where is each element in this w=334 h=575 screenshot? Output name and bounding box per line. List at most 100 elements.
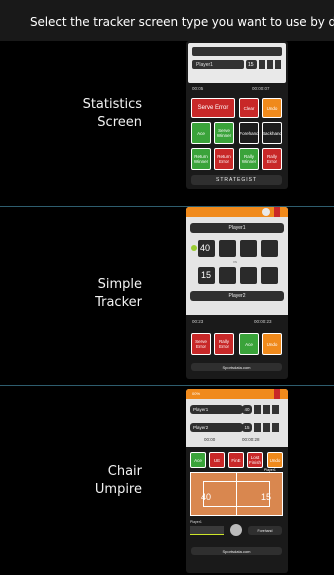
player-top-bar <box>192 47 282 56</box>
rally-error-button: Rally Error <box>262 148 282 170</box>
undo-button: Undo <box>267 452 283 468</box>
backhand-button: Backhand <box>262 122 282 144</box>
clear-label: Clear <box>243 105 255 111</box>
timer-right: 00:00:07 <box>252 86 270 91</box>
timer-left: 00:05 <box>192 86 204 91</box>
set-box <box>263 405 270 414</box>
game-box <box>259 60 265 69</box>
option-label: Chair Umpire <box>12 463 142 499</box>
dialog-title: Select the tracker screen type you want … <box>0 0 334 41</box>
player1-score: 40 <box>200 243 211 253</box>
option-label: Statistics Screen <box>12 96 142 132</box>
score-box: 15 <box>242 423 252 432</box>
timer-right: 00:00:28 <box>242 437 260 442</box>
player2-name: Player2 <box>228 293 246 299</box>
return-error-button: Return Error <box>214 148 234 170</box>
score-panel: Player1 40 vs 15 Player2 <box>186 207 288 315</box>
score-box: 15 <box>246 60 257 69</box>
option-label-line1: Simple <box>97 277 142 292</box>
set-box <box>263 423 270 432</box>
top-label: 00% <box>192 391 201 396</box>
set-box <box>219 267 236 284</box>
player1-bar: Player1 <box>190 405 243 414</box>
vs-label: vs <box>233 259 237 264</box>
tennis-court: 40 15 <box>190 472 283 516</box>
player-tag: Player1 <box>264 468 276 472</box>
player-name: Player1 <box>196 62 213 68</box>
simple-tracker-preview: Player1 40 vs 15 Player2 00:23 00:00:23 … <box>186 207 288 379</box>
set-box <box>240 267 257 284</box>
statistics-screen-preview: Player1 15 00:05 00:00:07 Serve Error Cl… <box>186 41 288 189</box>
clear-button: Clear <box>239 98 259 118</box>
brand-logo: STRATEGIST <box>215 177 258 183</box>
score-panel: Player1 15 <box>188 43 286 83</box>
option-label-line1: Statistics <box>82 97 142 112</box>
undo-label: Undo <box>266 105 278 111</box>
option-label-line2: Tracker <box>95 295 142 310</box>
flag-icon <box>274 207 280 217</box>
game-box <box>267 60 273 69</box>
rally-winner-button: Rally Winner <box>239 148 259 170</box>
set-box <box>219 240 236 257</box>
return-winner-button: Return Winner <box>191 148 211 170</box>
ace-button: Ace <box>191 122 211 144</box>
footer-bar: Sportsdata.com <box>191 547 282 555</box>
serve-error-button: Serve Error <box>191 333 211 355</box>
player2-name: Player2 <box>193 425 209 430</box>
undo-button: Undo <box>262 333 282 355</box>
option-chair-umpire[interactable]: Chair Umpire 00% Player1 40 Player2 15 0… <box>0 386 334 575</box>
ace-button: Ace <box>239 333 259 355</box>
flag-icon <box>274 389 280 399</box>
settings-icon <box>262 208 270 216</box>
top-orange-bar <box>186 207 288 217</box>
player1-name: Player1 <box>228 225 246 231</box>
option-statistics-screen[interactable]: Statistics Screen Player1 15 00:05 00:00… <box>0 41 334 206</box>
score-box: 40 <box>242 405 252 414</box>
set-box <box>272 423 279 432</box>
player-name-box: Player1 <box>192 60 244 69</box>
timer-right: 00:00:23 <box>254 319 272 324</box>
set-box <box>272 405 279 414</box>
court-service-box <box>203 481 270 507</box>
player2-bar: Player2 <box>190 423 243 432</box>
player2-score: 15 <box>244 425 250 430</box>
top-orange-bar: 00% <box>186 389 288 399</box>
score-box: 40 <box>198 240 215 257</box>
game-box <box>275 60 281 69</box>
rally-error-button: Rally Error <box>214 333 234 355</box>
chair-umpire-preview: 00% Player1 40 Player2 15 00:00 00:00:28 <box>186 389 288 573</box>
serve-error-button: Serve Error <box>191 98 235 118</box>
timer-left: 00:23 <box>192 319 204 324</box>
option-simple-tracker[interactable]: Simple Tracker Player1 40 vs 15 Player2 … <box>0 207 334 385</box>
set-box <box>261 240 278 257</box>
player1-name: Player1 <box>193 407 209 412</box>
lost-finish-button: Lost Finish <box>247 452 263 468</box>
set-box <box>254 405 261 414</box>
set-box <box>254 423 261 432</box>
serve-winner-button: Serve Winner <box>214 122 234 144</box>
fine-button: FinE <box>228 452 244 468</box>
set-box <box>261 267 278 284</box>
option-label-line2: Screen <box>97 115 142 130</box>
footer-logo: Sportsdata.com <box>222 364 251 370</box>
player1-bar: Player1 <box>190 223 284 233</box>
bottom-right-selector: Forehand <box>248 526 282 535</box>
timer-left: 00:00 <box>204 437 216 442</box>
player1-score: 40 <box>244 407 250 412</box>
brand-bar: STRATEGIST <box>191 175 282 185</box>
player2-score: 15 <box>201 270 212 280</box>
ball-control-icon <box>230 524 242 536</box>
footer-logo: Sportsdata.com <box>222 548 251 554</box>
undo-button: Undo <box>262 98 282 118</box>
score-box: 15 <box>198 267 215 284</box>
set-box <box>240 240 257 257</box>
score-panel: 00% Player1 40 Player2 15 00:00 00:00:28 <box>186 389 288 447</box>
ue-button: UE <box>209 452 225 468</box>
court-score-left: 40 <box>201 492 212 502</box>
bottom-left-selector <box>190 526 224 535</box>
ace-button: Ace <box>190 452 206 468</box>
player2-bar: Player2 <box>190 291 284 301</box>
option-label-line1: Chair <box>107 464 142 479</box>
score-value: 15 <box>248 62 254 68</box>
footer-bar: Sportsdata.com <box>191 363 282 371</box>
